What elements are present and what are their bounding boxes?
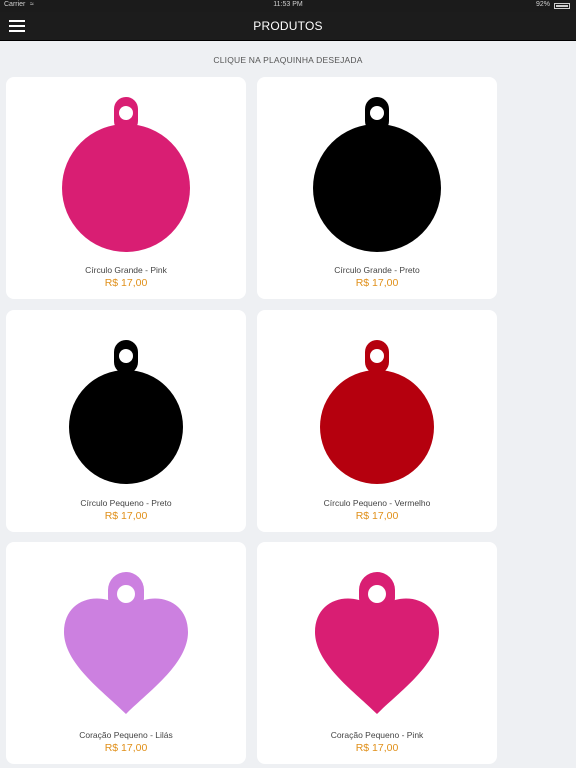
instruction-text: CLIQUE NA PLAQUINHA DESEJADA [213,55,363,65]
product-name: Círculo Pequeno - Vermelho [323,498,431,508]
product-name: Coração Pequeno - Pink [330,730,424,740]
product-name: Coração Pequeno - Lilás [79,730,173,740]
product-price: R$ 17,00 [355,742,399,754]
product-card[interactable]: Coração Pequeno - Lilás R$ 17,00 [6,542,246,764]
pet-tag-image [62,97,190,252]
product-price: R$ 17,00 [104,742,148,754]
product-card[interactable]: Círculo Grande - Preto R$ 17,00 [257,77,497,299]
pet-tag-image [64,572,188,714]
battery-icon [554,3,570,9]
navigation-bar: PRODUTOS [0,12,576,41]
product-card[interactable]: Círculo Pequeno - Preto R$ 17,00 [6,310,246,532]
status-bar: Carrier ≈ 11:53 PM 92% [0,0,576,12]
product-price: R$ 17,00 [104,277,148,289]
product-price: R$ 17,00 [355,277,399,289]
page-title: PRODUTOS [253,19,323,33]
battery-percent: 92% [535,1,550,8]
product-card[interactable]: Círculo Pequeno - Vermelho R$ 17,00 [257,310,497,532]
pet-tag-image [69,340,183,484]
product-price: R$ 17,00 [104,510,148,522]
product-name: Círculo Pequeno - Preto [80,498,172,508]
pet-tag-image [313,97,441,252]
product-price: R$ 17,00 [355,510,399,522]
status-time: 11:53 PM [273,1,303,8]
pet-tag-image [315,572,439,714]
product-name: Círculo Grande - Preto [334,265,420,275]
product-name: Círculo Grande - Pink [85,265,167,275]
pet-tag-image [320,340,434,484]
product-card[interactable]: Coração Pequeno - Pink R$ 17,00 [257,542,497,764]
product-card[interactable]: Círculo Grande - Pink R$ 17,00 [6,77,246,299]
